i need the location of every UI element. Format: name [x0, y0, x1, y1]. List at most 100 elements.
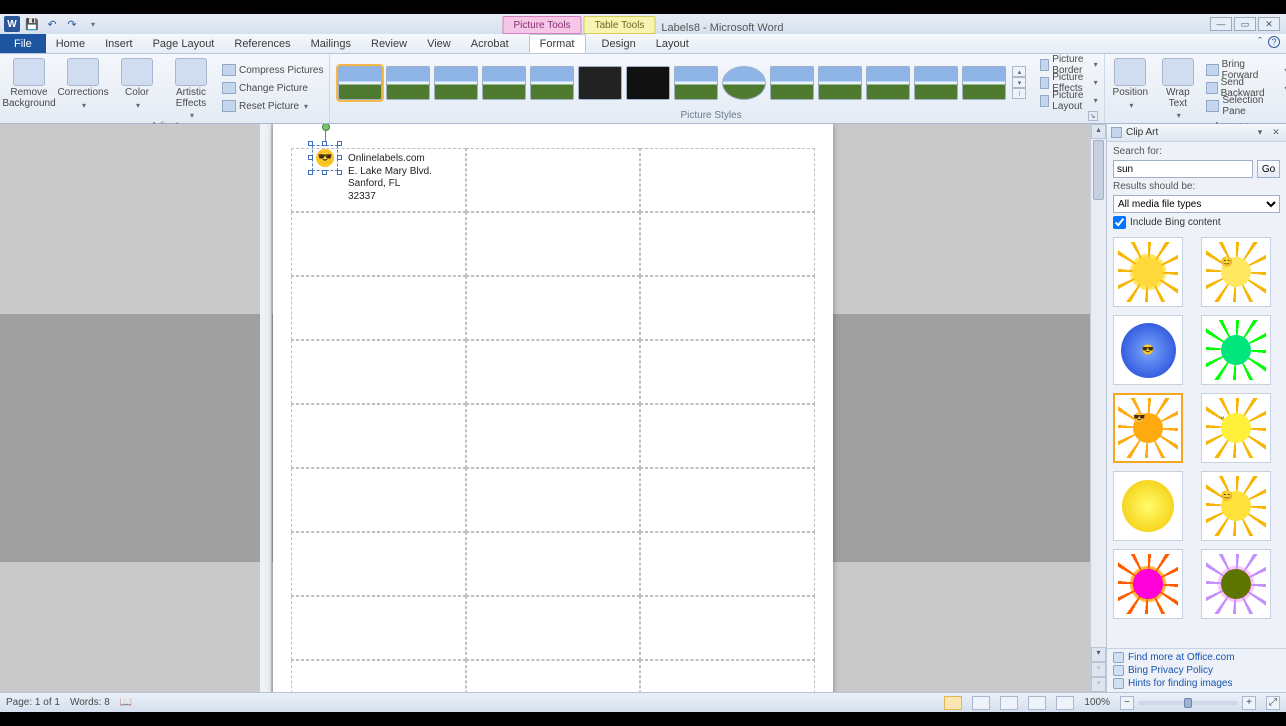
search-input[interactable]	[1113, 160, 1253, 178]
tab-page-layout[interactable]: Page Layout	[143, 34, 225, 53]
ribbon-minimize-icon[interactable]: ˆ	[1258, 36, 1262, 48]
link-hints[interactable]: Hints for finding images	[1113, 678, 1280, 689]
color-button[interactable]: Color	[112, 56, 162, 120]
label-cell[interactable]	[640, 468, 815, 532]
wrap-text-button[interactable]: Wrap Text	[1156, 56, 1199, 120]
label-cell[interactable]	[466, 404, 641, 468]
label-cell[interactable]	[466, 660, 641, 692]
help-icon[interactable]: ?	[1268, 36, 1280, 48]
picture-style-thumb[interactable]	[722, 66, 766, 100]
scroll-up-button[interactable]: ▴	[1091, 124, 1106, 139]
label-cell[interactable]	[291, 596, 466, 660]
view-web-layout[interactable]	[1000, 696, 1018, 710]
maximize-button[interactable]: ▭	[1234, 17, 1256, 31]
label-cell[interactable]	[291, 340, 466, 404]
label-cell[interactable]	[466, 148, 641, 212]
label-cell[interactable]	[466, 532, 641, 596]
next-page-button[interactable]: ◦	[1091, 677, 1106, 692]
tab-mailings[interactable]: Mailings	[301, 34, 361, 53]
tab-references[interactable]: References	[224, 34, 300, 53]
label-cell[interactable]	[640, 212, 815, 276]
send-backward-button[interactable]: Send Backward	[1204, 80, 1286, 96]
vertical-scrollbar[interactable]: ▴ ▾ ◦ ◦	[1090, 124, 1106, 692]
status-page[interactable]: Page: 1 of 1	[6, 697, 60, 708]
picture-style-thumb[interactable]	[434, 66, 478, 100]
tab-table-design[interactable]: Design	[592, 34, 646, 53]
selection-pane-button[interactable]: Selection Pane	[1204, 98, 1286, 114]
pane-close-button[interactable]: ✕	[1270, 127, 1282, 139]
picture-style-thumb[interactable]	[578, 66, 622, 100]
picture-style-thumb[interactable]	[482, 66, 526, 100]
artistic-effects-button[interactable]: Artistic Effects	[166, 56, 216, 120]
picture-styles-gallery[interactable]: ▴ ▾ ⁝	[334, 56, 1030, 109]
clip-result[interactable]	[1113, 237, 1183, 307]
gallery-up-button[interactable]: ▴	[1012, 66, 1026, 77]
label-cell[interactable]	[466, 596, 641, 660]
clip-result[interactable]	[1201, 549, 1271, 619]
zoom-slider-thumb[interactable]	[1184, 698, 1192, 708]
tab-acrobat[interactable]: Acrobat	[461, 34, 519, 53]
label-cell[interactable]	[640, 660, 815, 692]
label-cell[interactable]	[640, 404, 815, 468]
document-canvas[interactable]: Onlinelabels.com E. Lake Mary Blvd. Sanf…	[0, 124, 1106, 692]
remove-background-button[interactable]: Remove Background	[4, 56, 54, 120]
pane-menu-button[interactable]: ▾	[1254, 127, 1266, 139]
label-cell[interactable]	[291, 532, 466, 596]
scroll-down-button[interactable]: ▾	[1091, 647, 1106, 662]
label-cell[interactable]	[640, 340, 815, 404]
scroll-thumb[interactable]	[1093, 140, 1104, 200]
change-picture-button[interactable]: Change Picture	[220, 80, 325, 96]
zoom-percent[interactable]: 100%	[1084, 697, 1110, 708]
picture-effects-button[interactable]: Picture Effects	[1038, 75, 1099, 91]
clip-result[interactable]	[1113, 471, 1183, 541]
clip-result-selected[interactable]: 😎	[1113, 393, 1183, 463]
label-cell[interactable]	[640, 276, 815, 340]
tab-picture-format[interactable]: Format	[529, 34, 586, 53]
position-button[interactable]: Position	[1109, 56, 1152, 120]
prev-page-button[interactable]: ◦	[1091, 662, 1106, 677]
zoom-in-button[interactable]: +	[1242, 696, 1256, 710]
label-address[interactable]: Onlinelabels.com E. Lake Mary Blvd. Sanf…	[348, 153, 432, 203]
redo-icon[interactable]: ↷	[64, 16, 80, 32]
label-table[interactable]: Onlinelabels.com E. Lake Mary Blvd. Sanf…	[291, 148, 815, 692]
picture-style-thumb[interactable]	[818, 66, 862, 100]
clip-result[interactable]	[1113, 549, 1183, 619]
label-cell[interactable]	[466, 468, 641, 532]
clip-result[interactable]: 😊	[1201, 237, 1271, 307]
view-outline[interactable]	[1028, 696, 1046, 710]
status-words[interactable]: Words: 8	[70, 697, 110, 708]
tab-table-layout[interactable]: Layout	[646, 34, 699, 53]
save-icon[interactable]: 💾	[24, 16, 40, 32]
picture-style-thumb[interactable]	[386, 66, 430, 100]
gallery-more-button[interactable]: ⁝	[1012, 88, 1026, 99]
styles-launcher[interactable]: ↘	[1088, 111, 1098, 121]
tab-home[interactable]: Home	[46, 34, 95, 53]
picture-style-thumb[interactable]	[914, 66, 958, 100]
clip-result[interactable]	[1201, 315, 1271, 385]
label-cell[interactable]	[466, 276, 641, 340]
rotate-handle[interactable]	[325, 129, 326, 141]
picture-style-thumb[interactable]	[770, 66, 814, 100]
picture-style-thumb[interactable]	[338, 66, 382, 100]
page[interactable]: Onlinelabels.com E. Lake Mary Blvd. Sanf…	[273, 124, 833, 692]
label-cell[interactable]	[466, 340, 641, 404]
corrections-button[interactable]: Corrections	[58, 56, 108, 120]
label-cell[interactable]	[291, 468, 466, 532]
picture-style-thumb[interactable]	[674, 66, 718, 100]
label-cell[interactable]	[291, 660, 466, 692]
clip-result[interactable]: ᵕ	[1201, 393, 1271, 463]
minimize-button[interactable]: —	[1210, 17, 1232, 31]
label-cell[interactable]	[640, 532, 815, 596]
media-types-select[interactable]: All media file types	[1113, 195, 1280, 213]
zoom-fit-button[interactable]: ⤢	[1266, 696, 1280, 710]
label-cell[interactable]	[640, 148, 815, 212]
label-cell[interactable]	[640, 596, 815, 660]
link-find-more-office[interactable]: Find more at Office.com	[1113, 652, 1280, 663]
label-cell[interactable]	[291, 212, 466, 276]
label-cell[interactable]	[466, 212, 641, 276]
qat-customize[interactable]	[84, 16, 100, 32]
picture-style-thumb[interactable]	[866, 66, 910, 100]
status-proofing-icon[interactable]: 📖	[120, 697, 132, 708]
picture-style-thumb[interactable]	[530, 66, 574, 100]
selected-clipart-sun[interactable]	[308, 141, 342, 175]
